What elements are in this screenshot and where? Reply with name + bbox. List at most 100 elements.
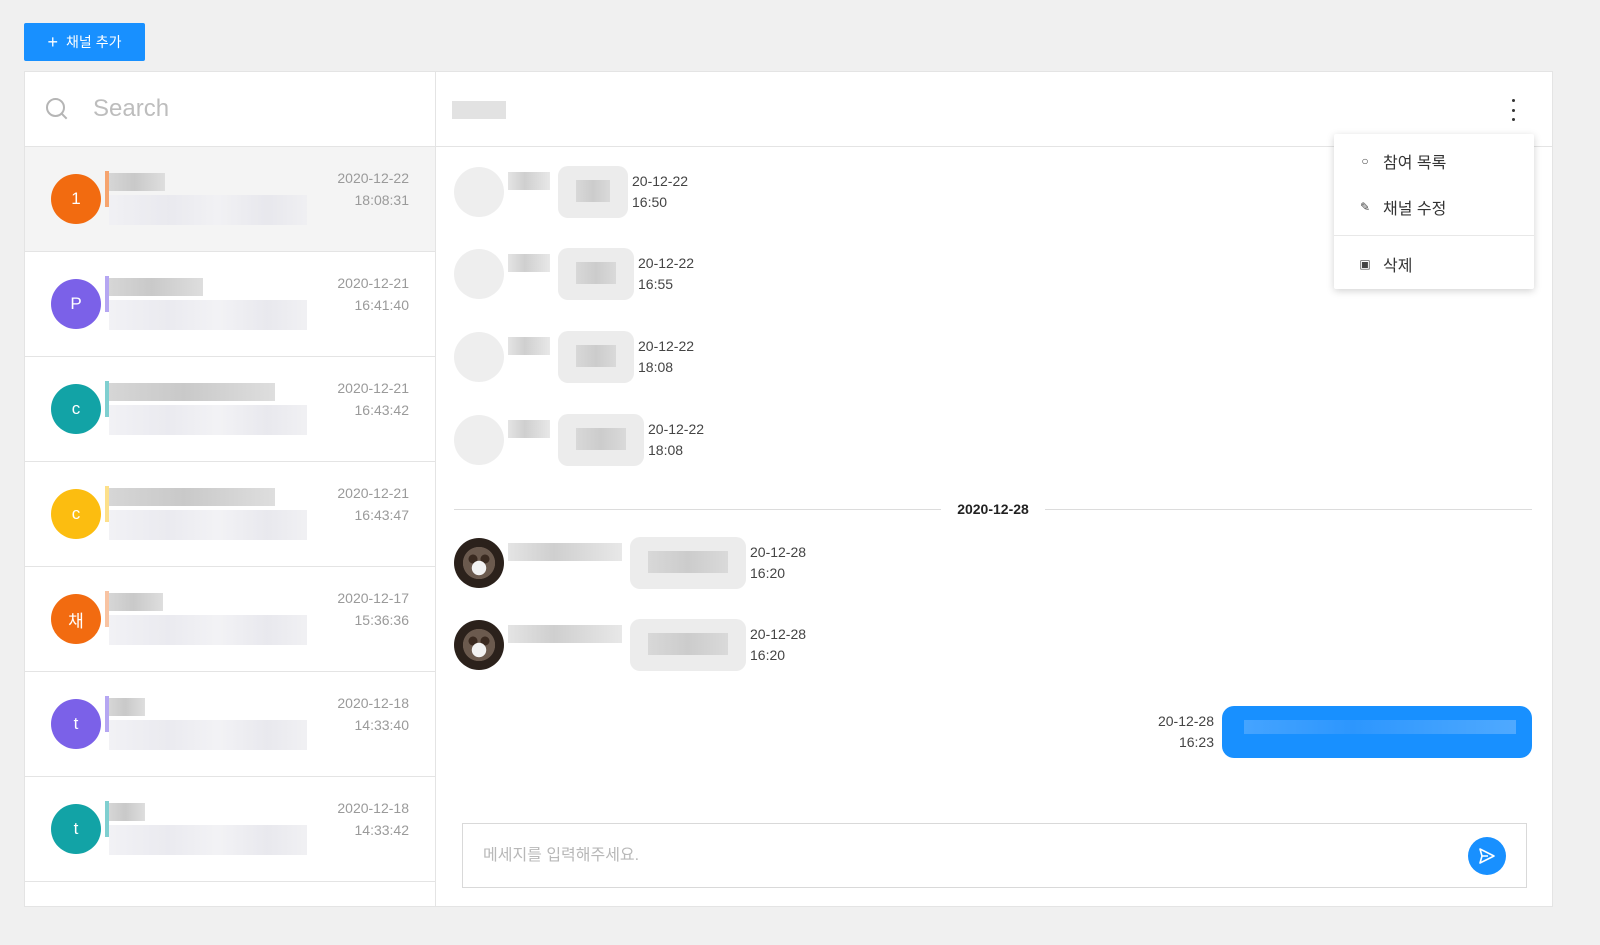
channel-last-message-redacted xyxy=(109,510,307,540)
my-message-bubble xyxy=(1222,706,1532,758)
channel-avatar: t xyxy=(51,699,101,749)
search-icon xyxy=(45,97,69,121)
message-timestamp: 20-12-28 16:20 xyxy=(750,626,807,663)
channel-last-message-redacted xyxy=(109,405,307,435)
channel-options-menu: ○ 참여 목록 ✎ 채널 수정 ▣ 삭제 xyxy=(1334,134,1534,289)
sender-avatar xyxy=(454,415,504,465)
add-channel-button[interactable]: + 채널 추가 xyxy=(24,23,145,61)
channel-date: 2020-12-18 xyxy=(337,800,409,816)
channel-avatar: c xyxy=(51,384,101,434)
menu-item-participants[interactable]: ○ 참여 목록 xyxy=(1334,138,1534,184)
message-row: 20-12-28 16:20 xyxy=(454,537,806,589)
sender-name-redacted xyxy=(508,625,622,643)
message-row: 20-12-28 16:20 xyxy=(454,619,806,671)
message-timestamp: 20-12-22 16:50 xyxy=(632,173,689,210)
channel-name-redacted xyxy=(109,698,145,716)
message-bubble xyxy=(558,414,644,466)
channel-date: 2020-12-17 xyxy=(337,590,409,606)
message-row: 20-12-22 18:08 xyxy=(454,331,694,383)
channel-item[interactable]: c 2020-12-21 16:43:42 xyxy=(25,357,435,462)
message-timestamp: 20-12-22 18:08 xyxy=(648,421,705,458)
channel-avatar: t xyxy=(51,804,101,854)
chat-app-frame: 1 2020-12-22 18:08:31 P 2020-12-21 16:41:40 c 2… xyxy=(24,71,1553,907)
channel-date: 2020-12-21 xyxy=(337,275,409,291)
plus-icon: + xyxy=(47,32,59,52)
channel-avatar: P xyxy=(51,279,101,329)
channel-last-message-redacted xyxy=(109,825,307,855)
channel-avatar: 1 xyxy=(51,174,101,224)
more-options-icon[interactable] xyxy=(1510,99,1516,121)
message-row: 20-12-22 18:08 xyxy=(454,414,704,466)
channel-item[interactable]: 1 2020-12-22 18:08:31 xyxy=(25,147,435,252)
my-message-row: 20-12-28 16:23 xyxy=(1158,706,1532,758)
channel-date: 2020-12-22 xyxy=(337,170,409,186)
send-button[interactable] xyxy=(1468,836,1506,875)
channel-name-redacted xyxy=(109,488,275,506)
sender-avatar xyxy=(454,620,504,670)
chat-panel: ○ 참여 목록 ✎ 채널 수정 ▣ 삭제 20-12-22 16:50 20-12-… xyxy=(436,72,1552,906)
my-message-timestamp: 20-12-28 16:23 xyxy=(1157,713,1214,750)
channel-list: 1 2020-12-22 18:08:31 P 2020-12-21 16:41:40 c 2… xyxy=(25,147,435,882)
channel-last-message-redacted xyxy=(109,300,307,330)
sender-avatar xyxy=(454,332,504,382)
search-input[interactable] xyxy=(93,95,413,123)
channel-item[interactable]: 채 2020-12-17 15:36:36 xyxy=(25,567,435,672)
message-row: 20-12-22 16:55 xyxy=(454,248,694,300)
date-divider: 2020-12-28 xyxy=(454,499,1532,519)
channel-last-message-redacted xyxy=(109,720,307,750)
message-bubble xyxy=(630,537,746,589)
channel-avatar: c xyxy=(51,489,101,539)
channel-last-message-redacted xyxy=(109,195,307,225)
user-icon: ○ xyxy=(1361,154,1369,168)
sender-name-redacted xyxy=(508,420,550,438)
sender-avatar xyxy=(454,167,504,217)
sender-name-redacted xyxy=(508,254,550,272)
date-divider-label: 2020-12-28 xyxy=(957,501,1029,517)
sender-name-redacted xyxy=(508,543,622,561)
message-bubble xyxy=(558,248,634,300)
sender-name-redacted xyxy=(508,172,550,190)
channel-time: 14:33:40 xyxy=(354,717,410,733)
channel-time: 16:43:47 xyxy=(354,507,410,523)
sender-avatar xyxy=(454,538,504,588)
channel-name-redacted xyxy=(109,803,145,821)
channel-last-message-redacted xyxy=(109,615,307,645)
channel-date: 2020-12-21 xyxy=(337,485,409,501)
channel-avatar: 채 xyxy=(51,594,101,644)
trash-icon: ▣ xyxy=(1359,257,1371,271)
channel-date: 2020-12-21 xyxy=(337,380,409,396)
message-composer xyxy=(462,823,1527,888)
message-timestamp: 20-12-22 18:08 xyxy=(638,338,695,375)
channel-name-redacted xyxy=(109,593,163,611)
add-channel-label: 채널 추가 xyxy=(66,34,122,50)
send-icon xyxy=(1479,847,1495,864)
channel-time: 16:43:42 xyxy=(354,402,410,418)
edit-icon: ✎ xyxy=(1359,200,1371,214)
channel-item[interactable]: t 2020-12-18 14:33:40 xyxy=(25,672,435,777)
channel-time: 15:36:36 xyxy=(354,612,410,628)
message-input[interactable] xyxy=(483,846,1468,865)
menu-item-edit-channel[interactable]: ✎ 채널 수정 xyxy=(1334,184,1534,230)
channel-name-redacted xyxy=(109,173,165,191)
chat-title-redacted xyxy=(452,101,506,119)
sender-avatar xyxy=(454,249,504,299)
channel-name-redacted xyxy=(109,383,275,401)
message-row: 20-12-22 16:50 xyxy=(454,166,688,218)
message-timestamp: 20-12-28 16:20 xyxy=(750,544,807,581)
channel-item[interactable]: t 2020-12-18 14:33:42 xyxy=(25,777,435,882)
message-timestamp: 20-12-22 16:55 xyxy=(638,255,695,292)
search-bar xyxy=(25,72,435,147)
menu-item-delete[interactable]: ▣ 삭제 xyxy=(1334,241,1534,287)
channel-item[interactable]: c 2020-12-21 16:43:47 xyxy=(25,462,435,567)
message-bubble xyxy=(630,619,746,671)
channel-name-redacted xyxy=(109,278,203,296)
channel-time: 16:41:40 xyxy=(354,297,410,313)
channel-item[interactable]: P 2020-12-21 16:41:40 xyxy=(25,252,435,357)
menu-divider xyxy=(1334,235,1534,236)
channel-time: 14:33:42 xyxy=(354,822,410,838)
message-bubble xyxy=(558,331,634,383)
channel-date: 2020-12-18 xyxy=(337,695,409,711)
message-bubble xyxy=(558,166,628,218)
channel-list-panel: 1 2020-12-22 18:08:31 P 2020-12-21 16:41:40 c 2… xyxy=(25,72,436,906)
channel-time: 18:08:31 xyxy=(354,192,410,208)
